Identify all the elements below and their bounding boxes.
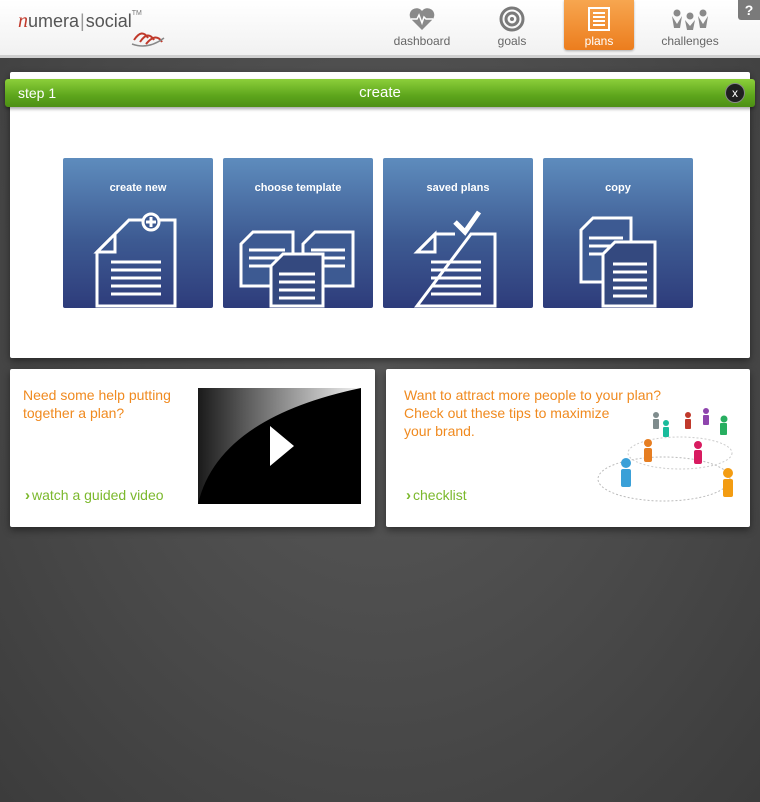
chevron-right-icon: › [406,487,411,504]
step-title: create [359,84,401,101]
watch-video-link[interactable]: › watch a guided video [25,487,164,504]
nav-challenges[interactable]: challenges [656,0,724,50]
video-thumbnail[interactable] [198,388,361,504]
clipboard-list-icon [588,7,610,31]
nav-goals[interactable]: goals [484,0,540,50]
logo-swirl-icon [131,32,165,47]
help-button[interactable]: ? [738,0,760,20]
nav-dashboard[interactable]: dashboard [388,0,456,50]
step-header-bar: step 1 create x [5,79,755,107]
tile-choose-template[interactable]: choose template [223,158,373,308]
network-people-illustration [597,408,733,502]
copy-document-icon [579,216,657,308]
tile-copy[interactable]: copy [543,158,693,308]
numera-social-logo[interactable]: numera|socialTM [18,10,142,33]
tips-checklist-card: Want to attract more people to your plan… [386,369,750,527]
people-group-icon [672,9,708,30]
chevron-right-icon: › [25,487,30,504]
new-document-icon [93,212,177,308]
close-button[interactable]: x [725,83,745,103]
saved-document-icon [413,210,497,308]
help-video-card: Need some help putting together a plan? … [10,369,375,527]
nav-plans[interactable]: plans [564,0,634,50]
template-documents-icon [239,230,355,308]
top-header: numera|socialTM dashboard goals plans ch… [0,0,760,58]
tile-create-new[interactable]: create new [63,158,213,308]
play-icon [198,388,361,504]
checklist-link[interactable]: › checklist [406,487,467,504]
help-headline: Need some help putting together a plan? [23,387,171,421]
target-icon [499,6,525,32]
tile-saved-plans[interactable]: saved plans [383,158,533,308]
heart-pulse-icon [409,8,435,30]
